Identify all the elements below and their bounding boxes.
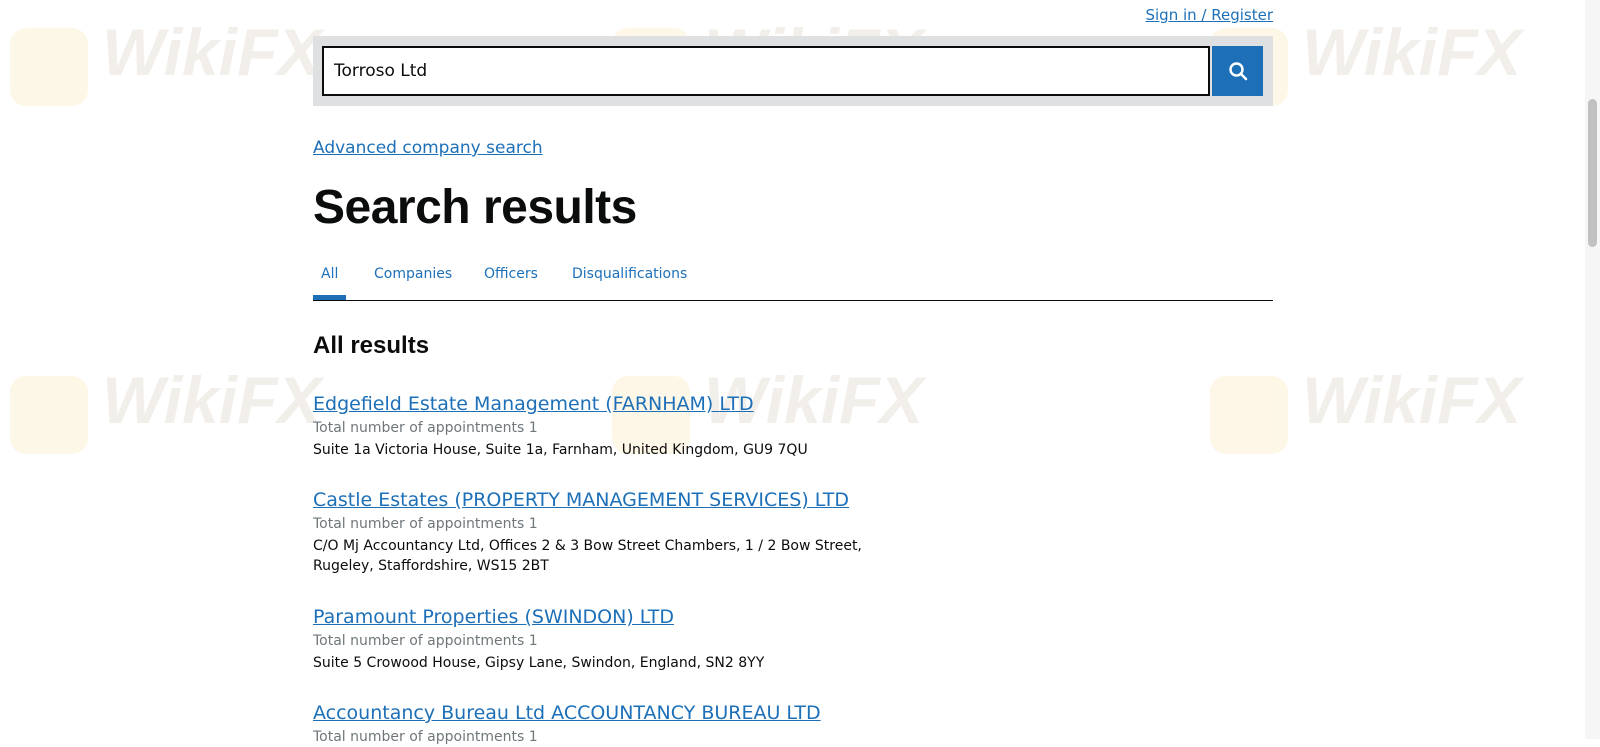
tab-all[interactable]: All bbox=[321, 266, 338, 282]
search-input[interactable] bbox=[322, 46, 1210, 96]
tab-officers[interactable]: Officers bbox=[484, 266, 538, 282]
scrollbar-thumb[interactable] bbox=[1588, 99, 1597, 247]
watermark: WikiFX bbox=[1210, 362, 1530, 454]
result-title-link[interactable]: Accountancy Bureau Ltd ACCOUNTANCY BUREA… bbox=[313, 701, 1013, 725]
result-appointments: Total number of appointments 1 bbox=[313, 516, 538, 532]
tab-companies[interactable]: Companies bbox=[374, 266, 452, 282]
search-icon bbox=[1228, 62, 1247, 81]
result-title-link[interactable]: Castle Estates (PROPERTY MANAGEMENT SERV… bbox=[313, 488, 1013, 512]
scrollbar-track[interactable] bbox=[1585, 0, 1600, 739]
watermark: WikiFX bbox=[10, 14, 330, 106]
watermark-logo-icon bbox=[10, 28, 88, 106]
list-item: Edgefield Estate Management (FARNHAM) LT… bbox=[313, 392, 1013, 460]
search-panel bbox=[313, 36, 1273, 106]
list-item: Castle Estates (PROPERTY MANAGEMENT SERV… bbox=[313, 488, 1013, 576]
active-tab-indicator bbox=[313, 295, 346, 300]
page-title: Search results bbox=[313, 181, 637, 234]
sign-in-register-link[interactable]: Sign in / Register bbox=[1145, 6, 1273, 24]
tab-disqualifications[interactable]: Disqualifications bbox=[572, 266, 687, 282]
result-appointments: Total number of appointments 1 bbox=[313, 729, 538, 745]
list-item: Accountancy Bureau Ltd ACCOUNTANCY BUREA… bbox=[313, 701, 1013, 747]
result-title-link[interactable]: Edgefield Estate Management (FARNHAM) LT… bbox=[313, 392, 1013, 416]
results-tabs: All Companies Officers Disqualifications bbox=[313, 258, 1273, 301]
result-appointments: Total number of appointments 1 bbox=[313, 633, 538, 649]
section-heading: All results bbox=[313, 332, 430, 359]
search-button[interactable] bbox=[1212, 46, 1263, 96]
list-item: Paramount Properties (SWINDON) LTD Total… bbox=[313, 605, 1013, 673]
watermark: WikiFX bbox=[10, 362, 330, 454]
result-address: C/O Mj Accountancy Ltd, Offices 2 & 3 Bo… bbox=[313, 538, 862, 574]
watermark-logo-icon bbox=[1210, 376, 1288, 454]
result-address: Suite 5 Crowood House, Gipsy Lane, Swind… bbox=[313, 655, 765, 671]
advanced-company-search-link[interactable]: Advanced company search bbox=[313, 138, 543, 158]
result-address: Suite 1a Victoria House, Suite 1a, Farnh… bbox=[313, 442, 808, 458]
watermark-logo-icon bbox=[10, 376, 88, 454]
result-appointments: Total number of appointments 1 bbox=[313, 420, 538, 436]
result-title-link[interactable]: Paramount Properties (SWINDON) LTD bbox=[313, 605, 1013, 629]
